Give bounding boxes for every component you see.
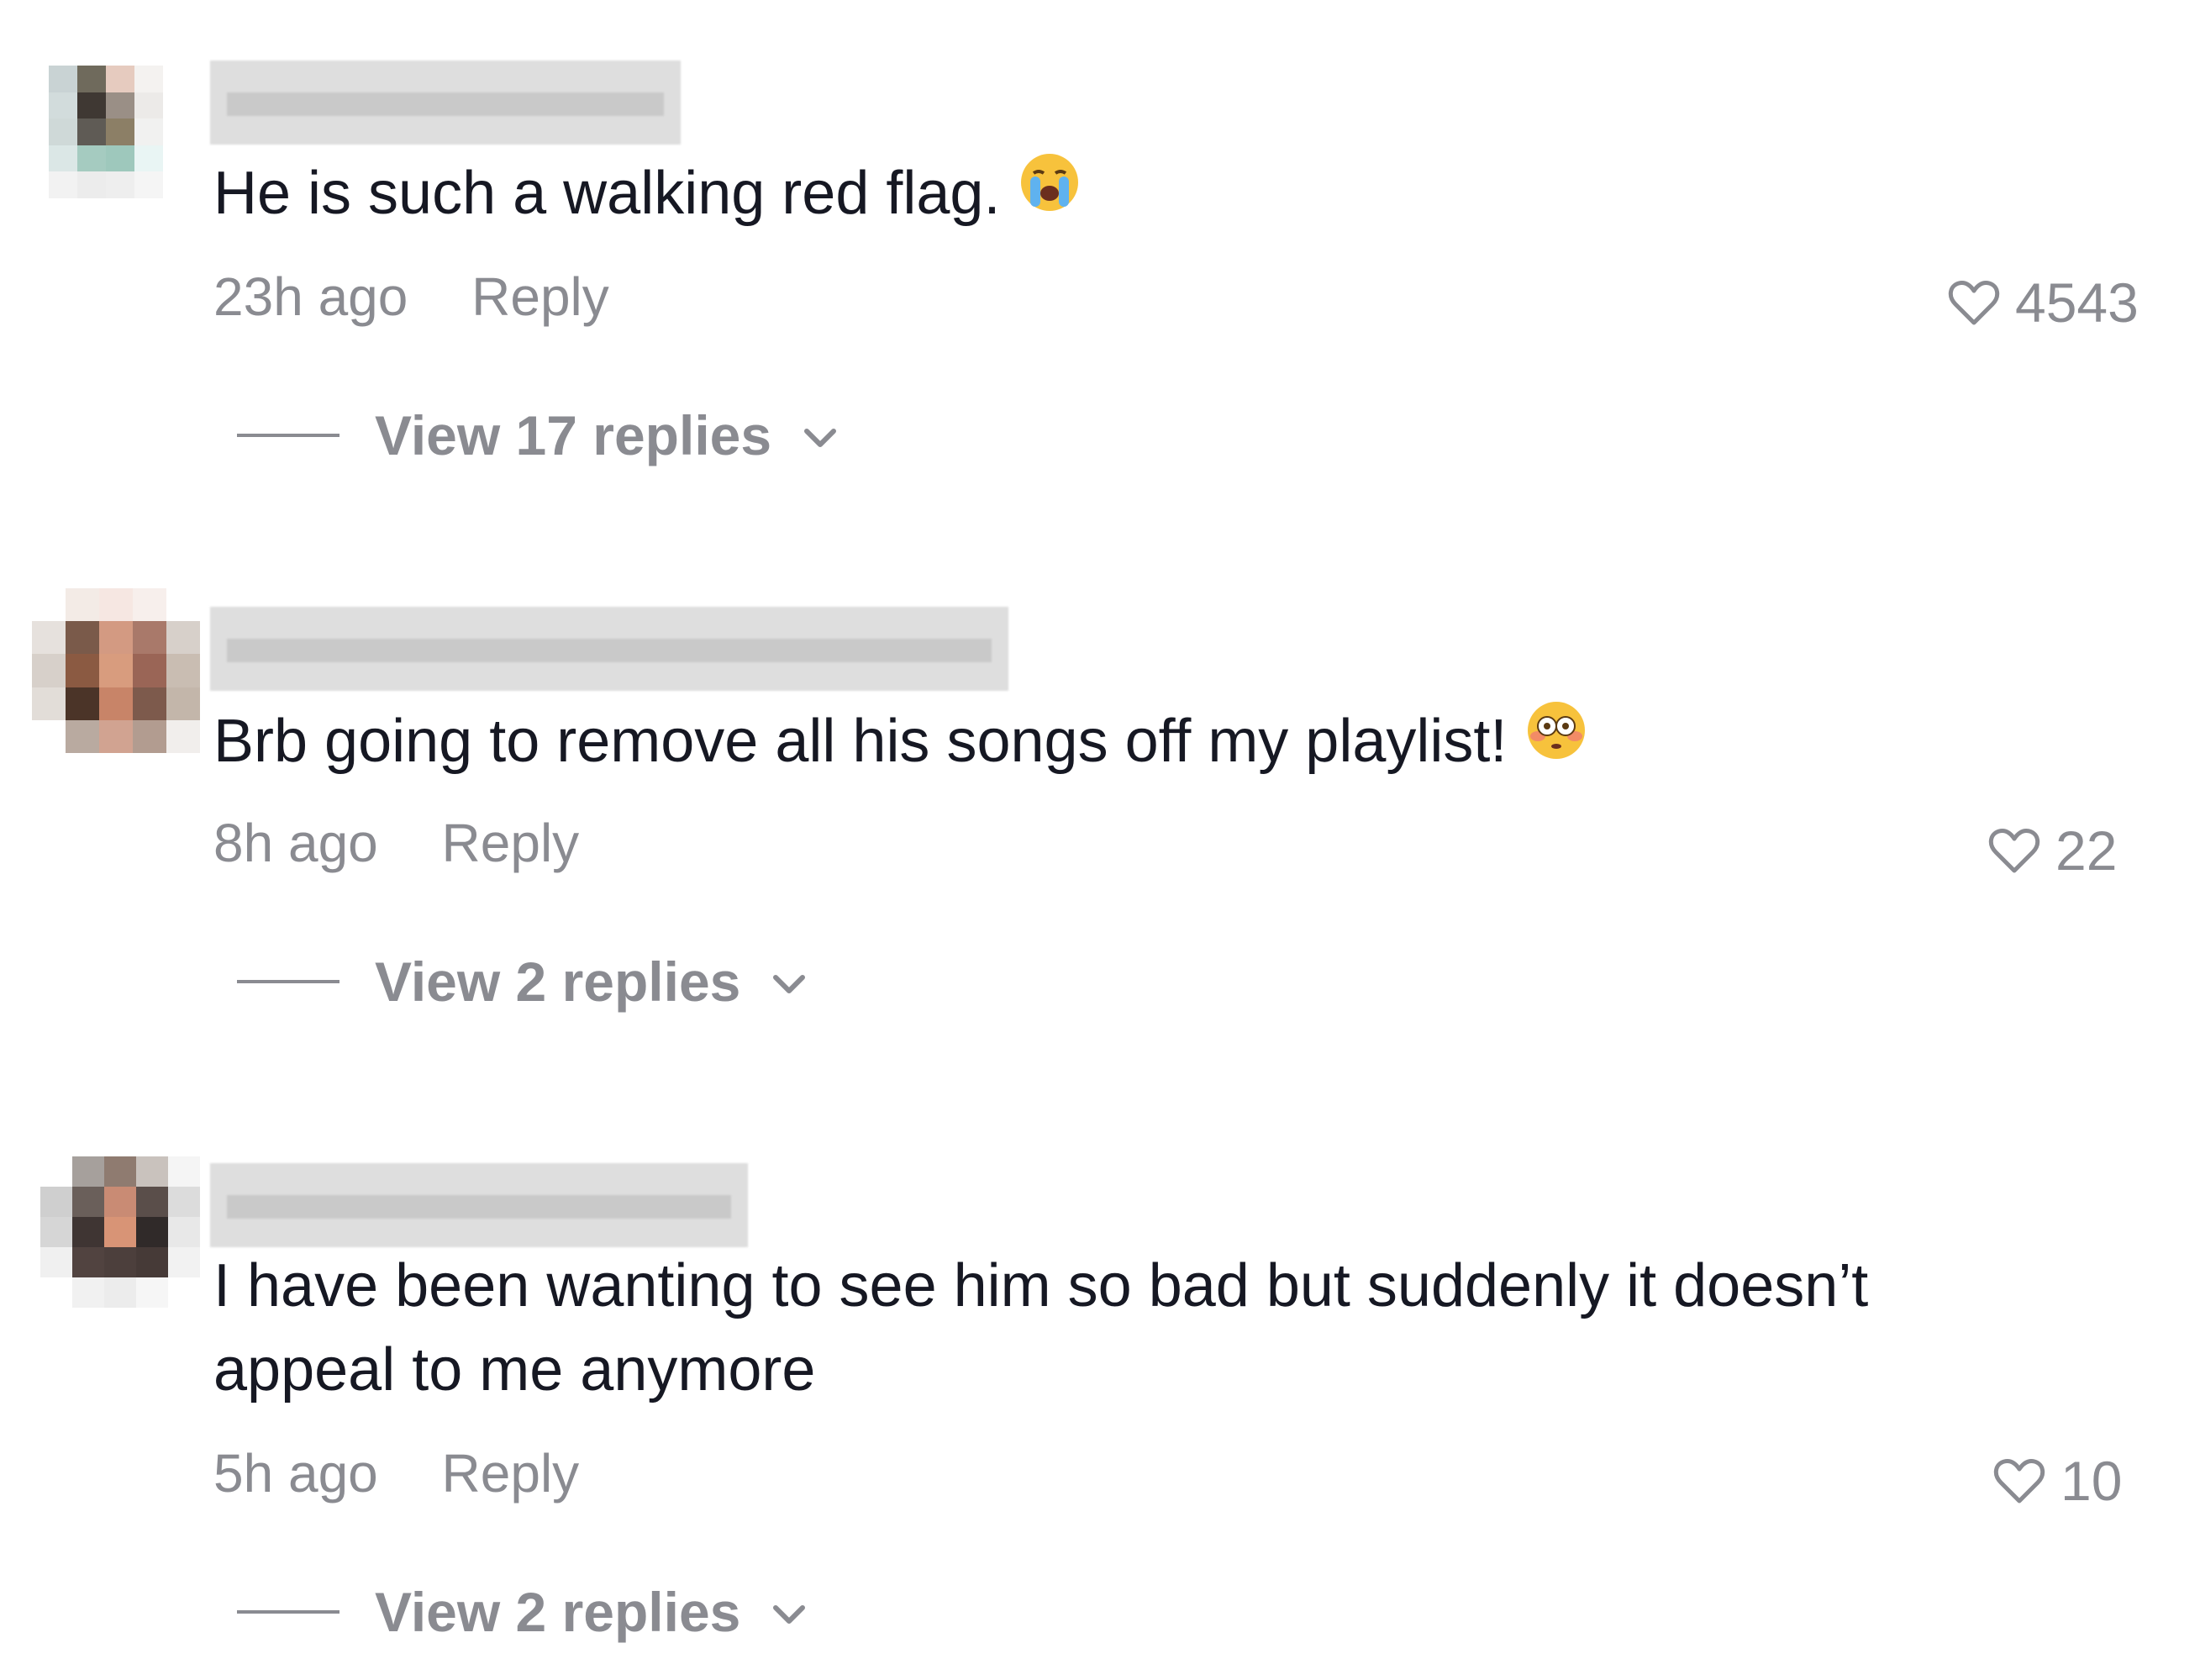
heart-outline-icon — [1988, 829, 2040, 873]
view-replies-label: View 17 replies — [375, 404, 772, 466]
comment-text: He is such a walking red flag. — [213, 151, 1894, 235]
view-replies-button[interactable]: View 17 replies — [237, 403, 839, 467]
like-button[interactable]: 4543 — [1948, 271, 2139, 334]
username-redacted[interactable] — [210, 1163, 748, 1247]
like-count: 10 — [2061, 1450, 2123, 1512]
avatar[interactable] — [49, 66, 192, 198]
replies-divider-line — [237, 1610, 339, 1614]
avatar[interactable] — [32, 588, 200, 753]
comment-text: Brb going to remove all his songs off my… — [213, 699, 1894, 783]
flushed-face-emoji-icon — [1525, 699, 1587, 783]
reply-button[interactable]: Reply — [471, 266, 609, 327]
chevron-down-icon — [773, 975, 806, 993]
comment-meta: 8h ago Reply — [213, 812, 579, 874]
view-replies-button[interactable]: View 2 replies — [237, 1580, 808, 1644]
username-redacted[interactable] — [210, 61, 681, 145]
like-count: 4543 — [2015, 271, 2139, 334]
chevron-down-icon — [804, 429, 837, 447]
like-count: 22 — [2055, 819, 2118, 882]
username-redacted[interactable] — [210, 607, 1008, 691]
avatar[interactable] — [40, 1156, 200, 1308]
view-replies-label: View 2 replies — [375, 951, 741, 1013]
chevron-down-icon — [773, 1605, 806, 1624]
view-replies-button[interactable]: View 2 replies — [237, 950, 808, 1014]
heart-outline-icon — [1948, 281, 2000, 325]
replies-divider-line — [237, 980, 339, 983]
heart-outline-icon — [1993, 1459, 2045, 1504]
reply-button[interactable]: Reply — [442, 813, 580, 873]
comment-body: He is such a walking red flag. — [213, 160, 1001, 227]
loudly-crying-face-emoji-icon — [1018, 151, 1081, 235]
comment-timestamp: 8h ago — [213, 813, 378, 873]
like-button[interactable]: 10 — [1993, 1449, 2122, 1513]
comment-meta: 5h ago Reply — [213, 1442, 579, 1504]
comment-body: I have been wanting to see him so bad bu… — [213, 1252, 1869, 1404]
like-button[interactable]: 22 — [1988, 819, 2117, 882]
reply-button[interactable]: Reply — [442, 1443, 580, 1504]
comment-meta: 23h ago Reply — [213, 266, 609, 328]
comment-body: Brb going to remove all his songs off my… — [213, 708, 1508, 775]
replies-divider-line — [237, 434, 339, 437]
comment-timestamp: 5h ago — [213, 1443, 378, 1504]
comment-text: I have been wanting to see him so bad bu… — [213, 1244, 1894, 1412]
view-replies-label: View 2 replies — [375, 1581, 741, 1643]
comment-timestamp: 23h ago — [213, 266, 408, 327]
